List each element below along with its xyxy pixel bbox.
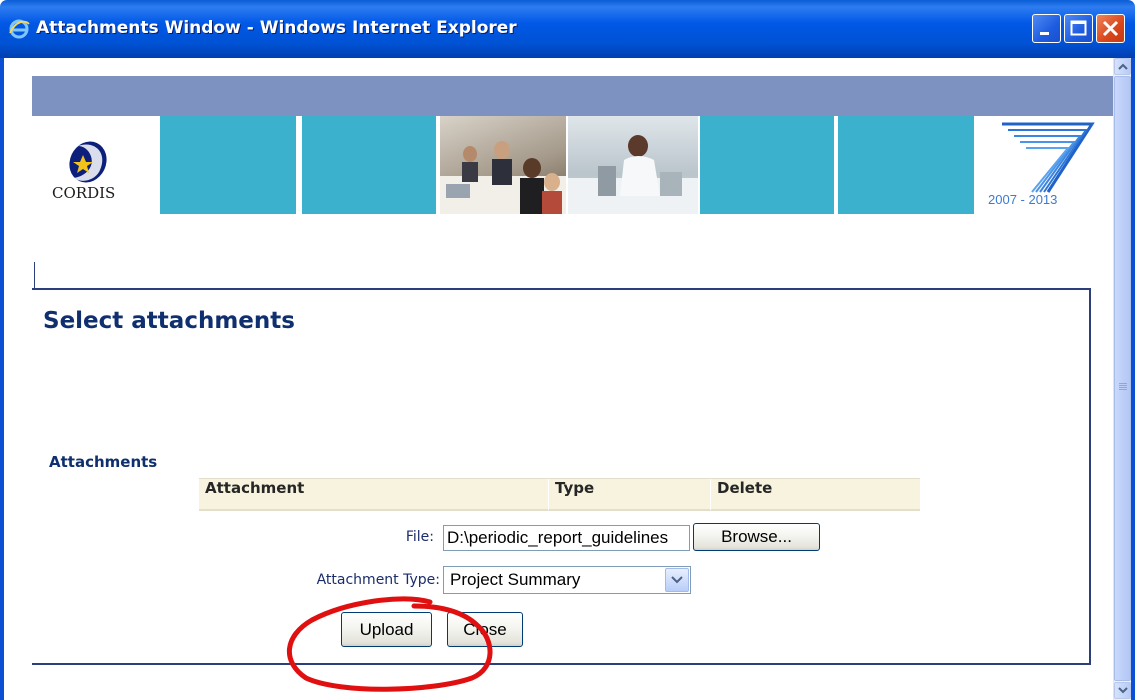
window-frame-left: [0, 58, 4, 700]
column-header-attachment: Attachment: [205, 479, 305, 497]
header-bar: [32, 76, 1113, 116]
scroll-grip: [1119, 383, 1127, 384]
close-window-button[interactable]: [1096, 14, 1125, 43]
column-header-type: Type: [548, 479, 710, 510]
fp7-logo-text: 2007 - 2013: [988, 192, 1058, 207]
banner-block: [160, 116, 296, 214]
banner-block: [302, 116, 436, 214]
chevron-down-icon: [1118, 687, 1128, 694]
chevron-down-icon: [671, 576, 683, 584]
close-icon: [1102, 20, 1119, 37]
upload-button[interactable]: Upload: [341, 612, 432, 647]
maximize-button[interactable]: [1064, 14, 1093, 43]
chevron-up-icon: [1118, 63, 1128, 70]
window-title-bar[interactable]: Attachments Window - Windows Internet Ex…: [0, 0, 1135, 58]
content-corner: [34, 262, 40, 289]
browse-button[interactable]: Browse...: [693, 523, 820, 551]
minimize-button[interactable]: [1032, 14, 1061, 43]
attachment-type-label: Attachment Type:: [316, 572, 440, 588]
file-label: File:: [405, 529, 434, 545]
scroll-down-button[interactable]: [1114, 682, 1131, 699]
cordis-logo-text: CORDIS: [52, 184, 116, 202]
page-title: Select attachments: [43, 308, 295, 334]
maximize-icon: [1070, 20, 1087, 36]
banner-block: [838, 116, 974, 214]
site-banner: CORDIS 2007 - 2013: [32, 116, 1113, 214]
cordis-logo-icon: [69, 141, 107, 183]
attachment-type-value: Project Summary: [450, 570, 581, 589]
window-frame-right: [1131, 58, 1135, 700]
minimize-icon: [1040, 32, 1049, 35]
attachments-table-header: Attachment Type Delete: [199, 478, 920, 511]
section-label: Attachments: [49, 453, 158, 471]
file-path-input[interactable]: D:\periodic_report_guidelines: [443, 525, 690, 551]
window-title: Attachments Window - Windows Internet Ex…: [36, 18, 517, 38]
vertical-scrollbar[interactable]: [1113, 58, 1131, 700]
ie-icon: [9, 19, 30, 39]
banner-block: [700, 116, 834, 214]
meeting-photo: [440, 116, 566, 214]
scroll-up-button[interactable]: [1114, 58, 1131, 75]
content-panel: [32, 288, 1091, 665]
dropdown-arrow-button[interactable]: [665, 568, 689, 592]
close-button[interactable]: Close: [447, 612, 523, 647]
column-header-delete: Delete: [710, 479, 920, 510]
laboratory-photo: [568, 116, 698, 214]
attachment-type-select[interactable]: Project Summary: [443, 566, 691, 594]
scroll-thumb[interactable]: [1114, 76, 1131, 681]
